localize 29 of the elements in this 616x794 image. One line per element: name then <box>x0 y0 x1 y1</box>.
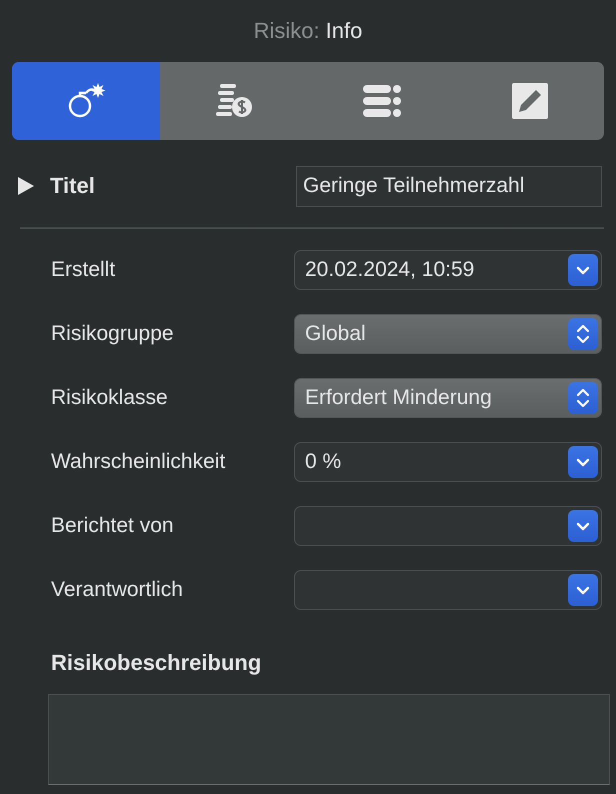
combo-box[interactable] <box>294 506 602 546</box>
header-title: Info <box>326 18 362 44</box>
field-label: Risikoklasse <box>51 386 169 410</box>
up-down-chevron-icon <box>576 387 590 409</box>
field-label: Erstellt <box>51 258 116 282</box>
chevron-down-icon <box>576 585 590 595</box>
field-label: Wahrscheinlichkeit <box>51 450 226 474</box>
field-label: Verantwortlich <box>51 578 184 602</box>
list-icon <box>362 82 402 120</box>
popup-button[interactable]: Erfordert Minderung <box>294 378 602 418</box>
up-down-chevron-icon <box>576 323 590 345</box>
field-label: Berichtet von <box>51 514 175 538</box>
coins-icon <box>214 82 254 120</box>
chevron-down-icon <box>576 457 590 467</box>
chevron-down-icon <box>576 265 590 275</box>
field-label: Risikogruppe <box>51 322 175 346</box>
bomb-icon <box>66 82 106 120</box>
header-prefix: Risiko: <box>254 18 320 44</box>
combo-box[interactable] <box>294 570 602 610</box>
description-heading: Risikobeschreibung <box>50 650 262 676</box>
chevron-down-icon <box>576 521 590 531</box>
edit-icon <box>510 82 550 120</box>
disclosure-triangle-icon[interactable] <box>16 177 34 195</box>
tab[interactable] <box>12 62 160 140</box>
combo-box[interactable]: 20.02.2024, 10:59 <box>294 250 602 290</box>
title-label: Titel <box>50 173 96 199</box>
combo-box[interactable]: 0 % <box>294 442 602 482</box>
title-field[interactable]: Geringe Teilnehmerzahl <box>296 166 602 206</box>
popup-button[interactable]: Global <box>294 314 602 354</box>
